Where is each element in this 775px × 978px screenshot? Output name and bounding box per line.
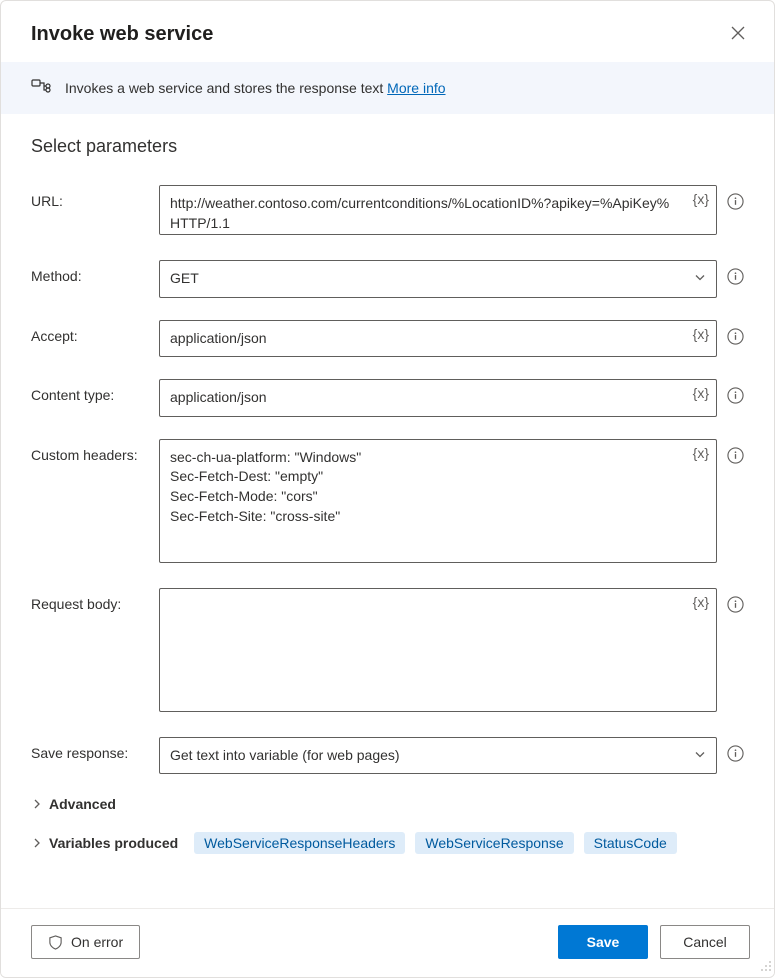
close-button[interactable] (726, 21, 750, 48)
close-icon (730, 25, 746, 44)
variable-pill[interactable]: WebServiceResponse (415, 832, 573, 854)
save-response-label: Save response: (31, 737, 149, 761)
variable-pill[interactable]: WebServiceResponseHeaders (194, 832, 405, 854)
on-error-label: On error (71, 934, 123, 950)
section-title: Select parameters (31, 136, 744, 157)
dialog-content: Select parameters URL: http://weather.co… (1, 114, 774, 908)
invoke-web-service-dialog: Invoke web service Invokes a web service… (0, 0, 775, 978)
save-button[interactable]: Save (558, 925, 648, 959)
method-label: Method: (31, 260, 149, 284)
dialog-footer: On error Save Cancel (1, 908, 774, 977)
info-icon[interactable] (727, 185, 744, 210)
web-service-icon (31, 78, 51, 98)
info-icon[interactable] (727, 439, 744, 464)
variables-produced-label: Variables produced (49, 835, 178, 851)
content-type-input[interactable] (159, 379, 717, 417)
info-icon[interactable] (727, 737, 744, 762)
accept-label: Accept: (31, 320, 149, 344)
content-type-label: Content type: (31, 379, 149, 403)
request-body-input[interactable] (159, 588, 717, 712)
cancel-button[interactable]: Cancel (660, 925, 750, 959)
banner-text: Invokes a web service and stores the res… (65, 80, 387, 96)
variables-produced-expander[interactable]: Variables produced WebServiceResponseHea… (31, 832, 744, 854)
variable-pill[interactable]: StatusCode (584, 832, 677, 854)
info-icon[interactable] (727, 588, 744, 613)
variable-pills: WebServiceResponseHeaders WebServiceResp… (194, 832, 677, 854)
method-select[interactable]: GET (159, 260, 717, 298)
method-row: Method: GET (31, 260, 744, 298)
info-banner: Invokes a web service and stores the res… (1, 62, 774, 114)
info-icon[interactable] (727, 379, 744, 404)
dialog-title: Invoke web service (31, 23, 213, 46)
url-label: URL: (31, 185, 149, 209)
chevron-right-icon (31, 798, 43, 810)
custom-headers-input[interactable]: sec-ch-ua-platform: "Windows" Sec-Fetch-… (159, 439, 717, 563)
url-input[interactable]: http://weather.contoso.com/currentcondit… (159, 185, 717, 235)
advanced-expander[interactable]: Advanced (31, 796, 744, 812)
chevron-right-icon (31, 837, 43, 849)
custom-headers-label: Custom headers: (31, 439, 149, 463)
custom-headers-row: Custom headers: sec-ch-ua-platform: "Win… (31, 439, 744, 566)
on-error-button[interactable]: On error (31, 925, 140, 959)
request-body-row: Request body: {x} (31, 588, 744, 715)
info-icon[interactable] (727, 320, 744, 345)
info-banner-text: Invokes a web service and stores the res… (65, 80, 446, 96)
save-response-row: Save response: Get text into variable (f… (31, 737, 744, 775)
advanced-label: Advanced (49, 796, 116, 812)
dialog-header: Invoke web service (1, 1, 774, 62)
url-row: URL: http://weather.contoso.com/currentc… (31, 185, 744, 238)
accept-row: Accept: {x} (31, 320, 744, 358)
request-body-label: Request body: (31, 588, 149, 612)
more-info-link[interactable]: More info (387, 80, 445, 96)
shield-icon (48, 935, 63, 950)
save-response-select[interactable]: Get text into variable (for web pages) (159, 737, 717, 775)
accept-input[interactable] (159, 320, 717, 358)
resize-grip-icon[interactable] (759, 959, 773, 976)
info-icon[interactable] (727, 260, 744, 285)
content-type-row: Content type: {x} (31, 379, 744, 417)
